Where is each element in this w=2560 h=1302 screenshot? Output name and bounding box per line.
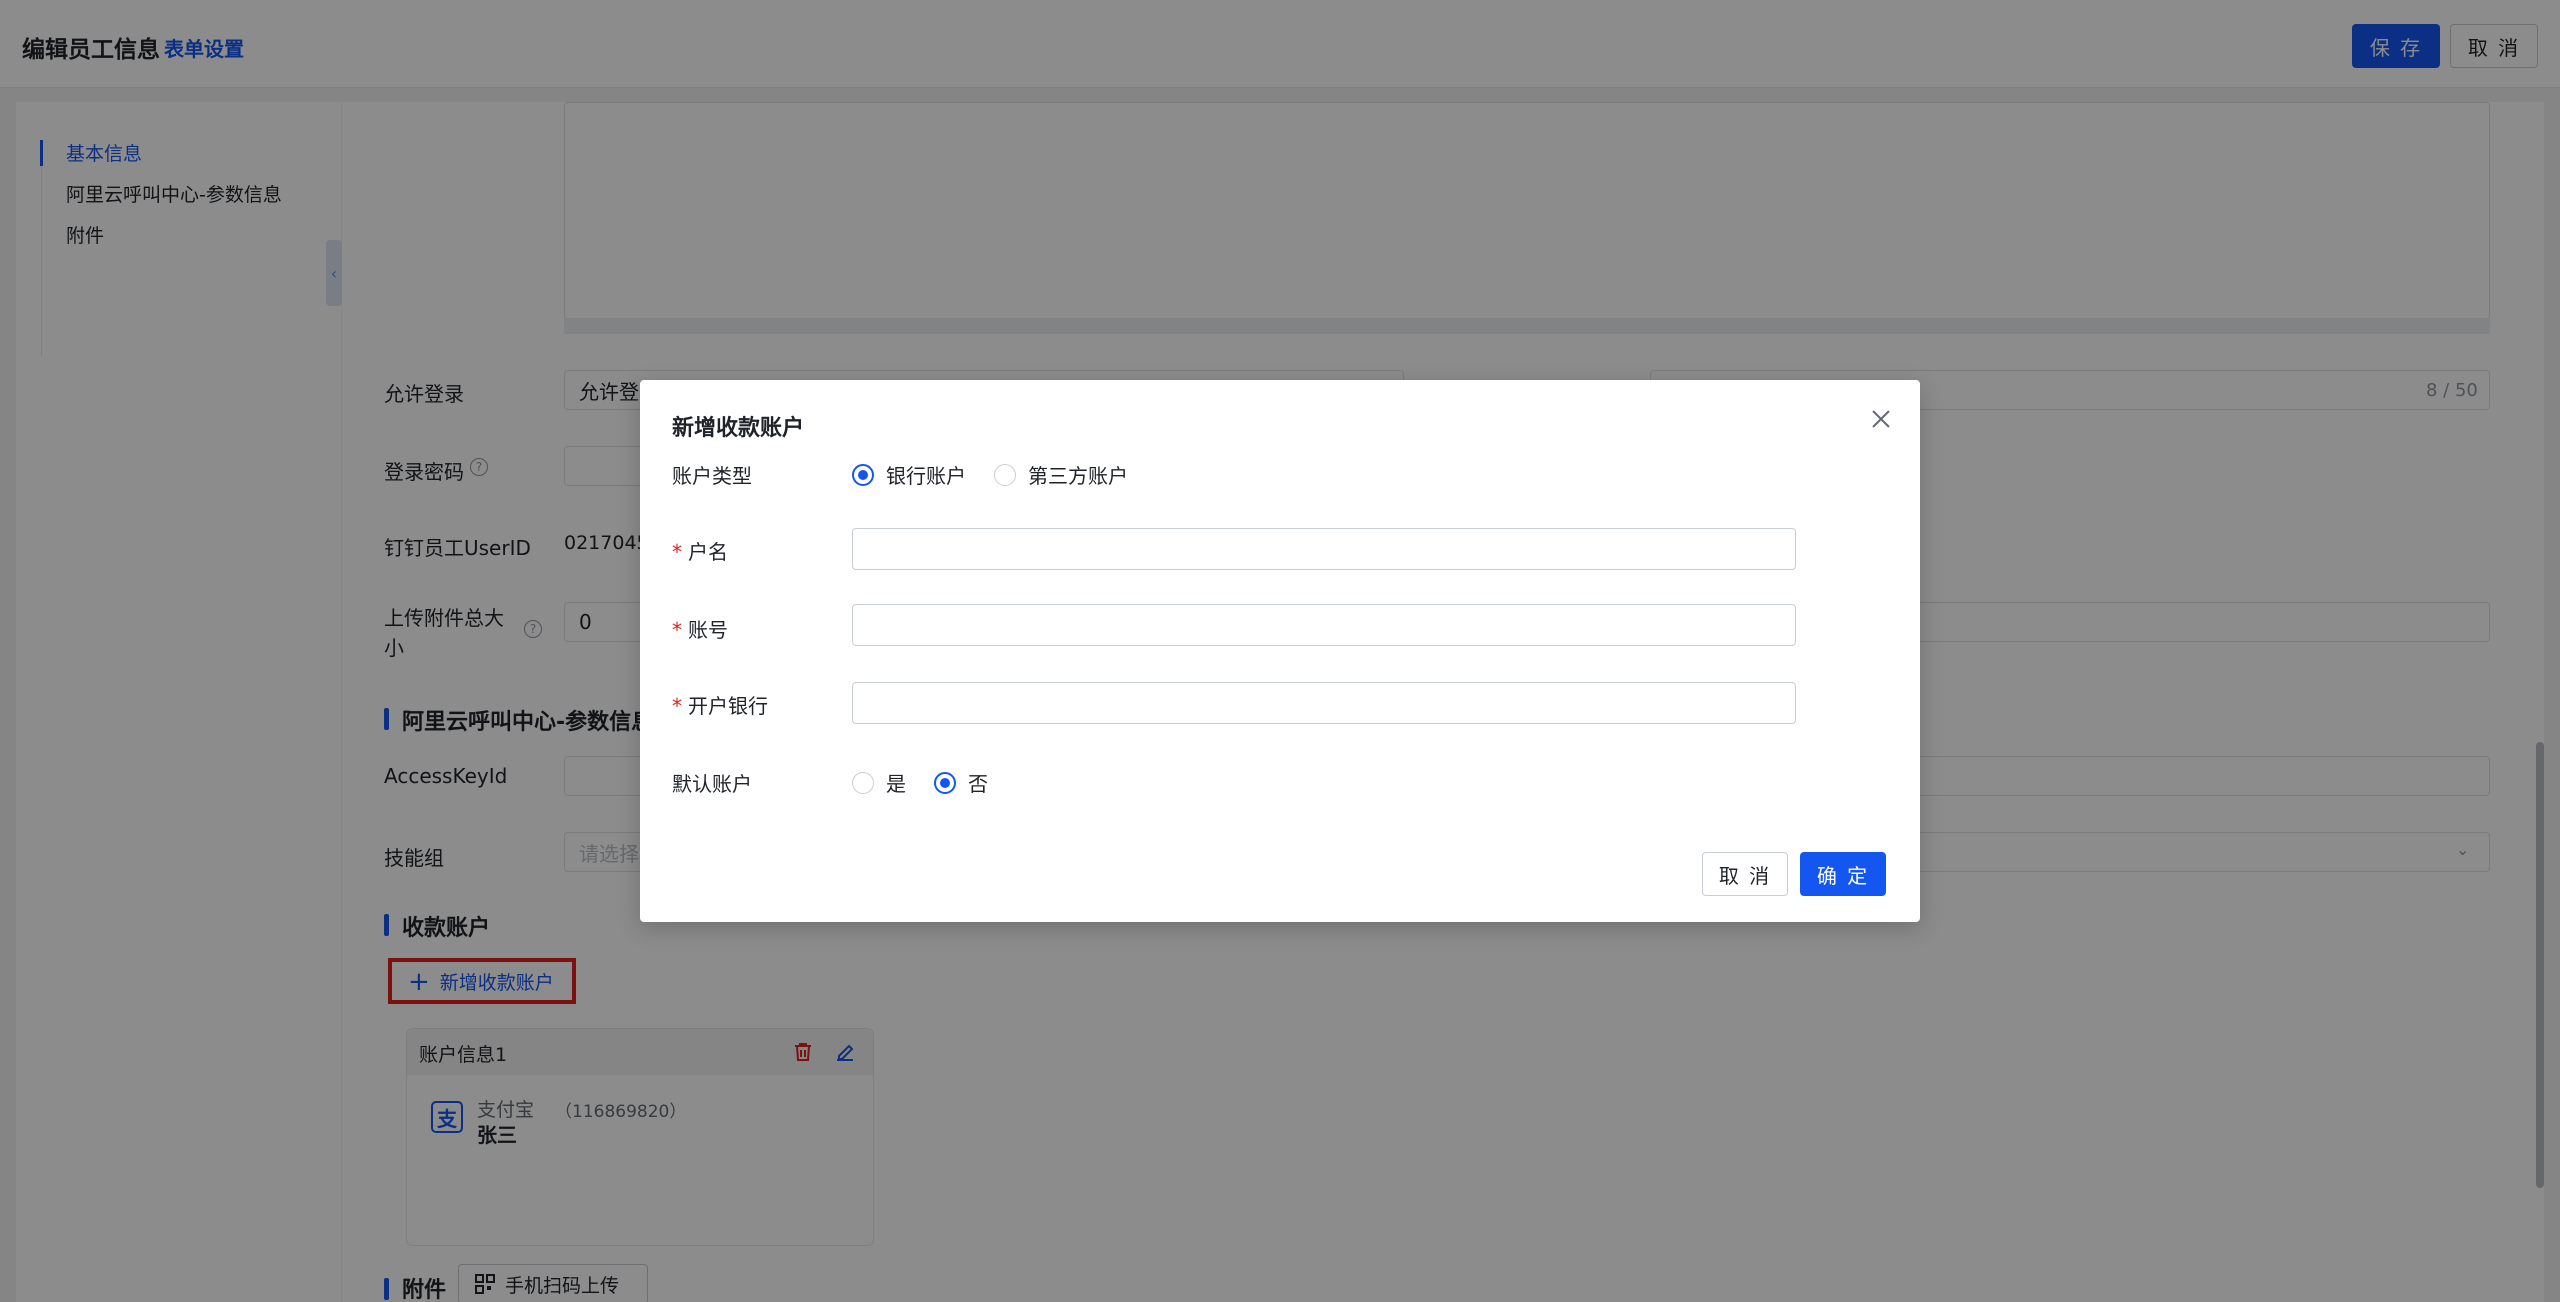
radio-third-party-account-label[interactable]: 第三方账户	[1028, 460, 1128, 489]
radio-default-no-label[interactable]: 否	[968, 768, 988, 797]
radio-default-no[interactable]	[934, 771, 956, 794]
account-type-label: 账户类型	[672, 464, 752, 488]
radio-third-party-account[interactable]	[994, 463, 1016, 486]
default-account-label: 默认账户	[672, 772, 752, 796]
modal-cancel-button[interactable]: 取 消	[1702, 852, 1788, 896]
account-name-label-text: 户名	[688, 540, 728, 564]
account-name-label: * 户名	[672, 536, 728, 565]
radio-bank-account-label[interactable]: 银行账户	[886, 460, 966, 489]
radio-default-yes-label[interactable]: 是	[886, 768, 906, 797]
default-account-radio-group: 是 否	[852, 768, 1016, 797]
close-icon[interactable]	[1866, 404, 1896, 434]
bank-label: * 开户银行	[672, 690, 768, 719]
radio-default-yes[interactable]	[852, 771, 874, 794]
required-mark: *	[672, 694, 682, 718]
account-name-input[interactable]	[852, 528, 1796, 570]
modal-confirm-button[interactable]: 确 定	[1800, 852, 1886, 896]
bank-label-text: 开户银行	[688, 694, 768, 718]
required-mark: *	[672, 618, 682, 642]
radio-bank-account[interactable]	[852, 463, 874, 486]
account-number-label-text: 账号	[688, 618, 728, 642]
add-account-modal: 新增收款账户 账户类型 银行账户 第三方账户 * 户名 * 账号 * 开户银行 默认账…	[640, 380, 1920, 922]
required-mark: *	[672, 540, 682, 564]
bank-input[interactable]	[852, 682, 1796, 724]
account-number-input[interactable]	[852, 604, 1796, 646]
account-type-radio-group: 银行账户 第三方账户	[852, 460, 1156, 489]
account-number-label: * 账号	[672, 614, 728, 643]
modal-title: 新增收款账户	[672, 416, 805, 441]
